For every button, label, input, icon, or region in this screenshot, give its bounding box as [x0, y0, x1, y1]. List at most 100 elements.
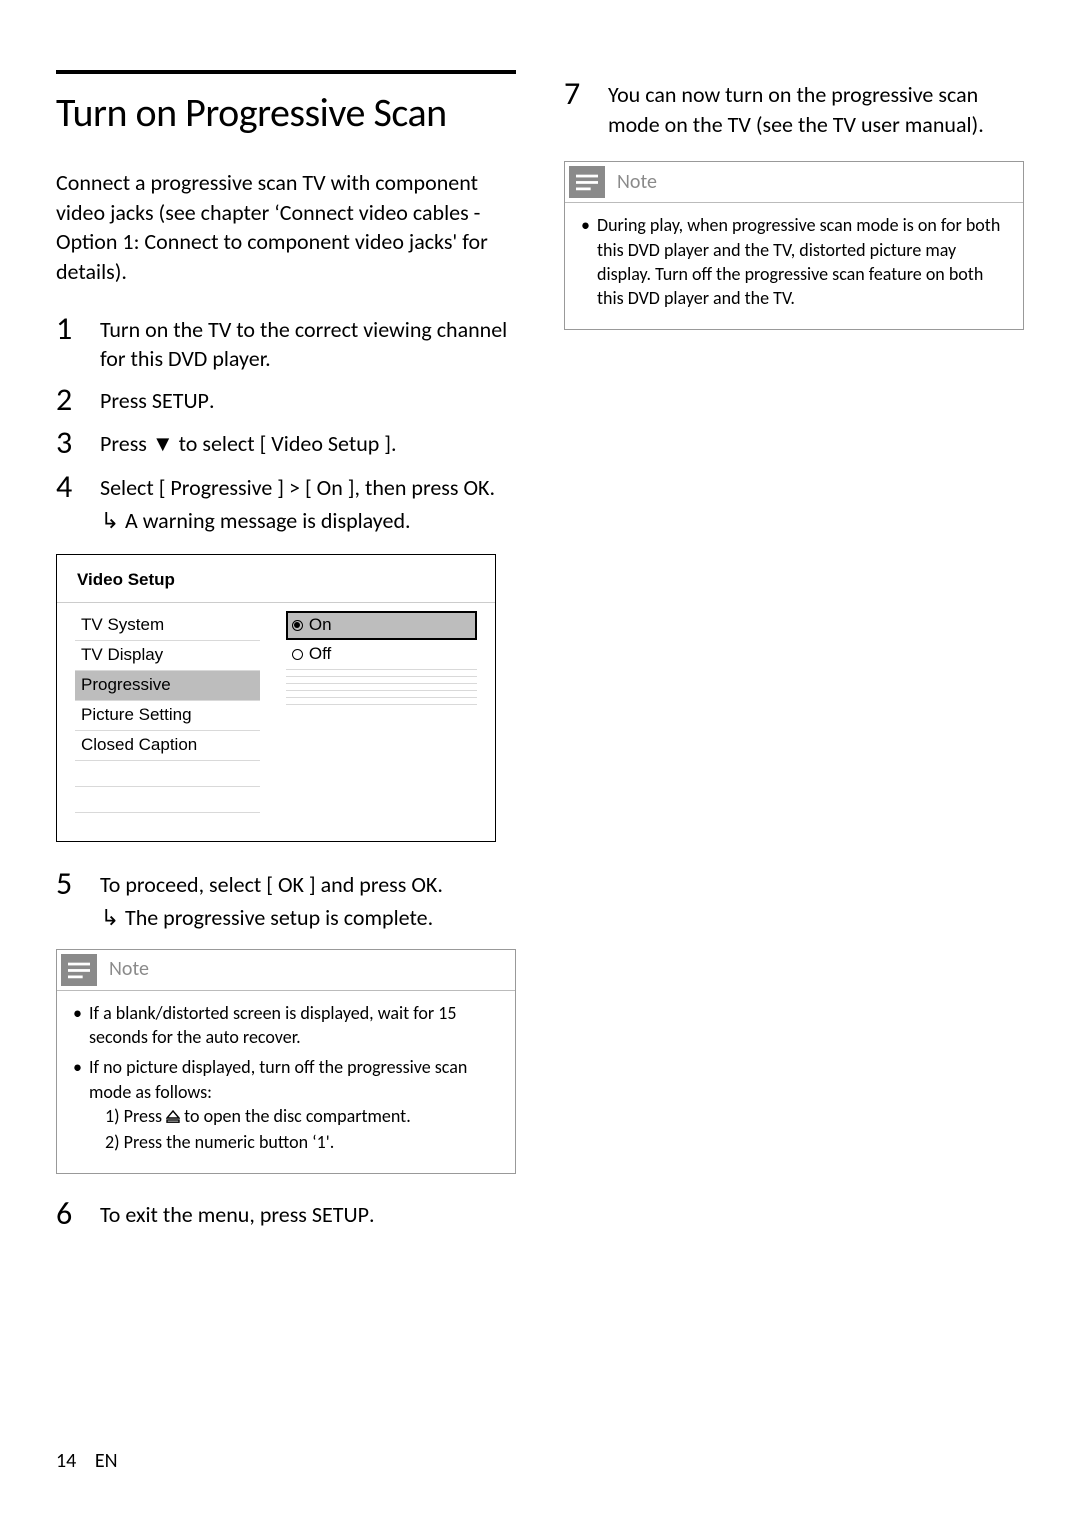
osd-option: Off	[286, 640, 477, 670]
step-body: To proceed, select [ OK ] and press OK. …	[100, 866, 516, 933]
osd-title: Video Setup	[57, 555, 495, 603]
osd-item-blank	[286, 691, 477, 698]
step-body: Turn on the TV to the correct viewing ch…	[100, 311, 516, 374]
step-body: You can now turn on the progressive scan…	[608, 76, 1024, 139]
note-text: 1) Press	[105, 1105, 166, 1127]
osd-item: Closed Caption	[75, 731, 260, 761]
step-text: and press	[316, 871, 412, 898]
result-text: A warning message is displayed.	[125, 507, 411, 534]
page-language: EN	[95, 1449, 118, 1473]
note-body: During play, when progressive scan mode …	[565, 203, 1023, 328]
step-body: Press SETUP.	[100, 382, 516, 416]
step-text: >	[284, 474, 305, 501]
note-item: If no picture displayed, turn off the pr…	[71, 1055, 501, 1154]
step-text: Press	[100, 430, 152, 457]
note-subline: 1) Press to open the disc compartment.	[89, 1104, 501, 1130]
osd-option-label: Off	[309, 643, 331, 666]
page-title: Turn on Progressive Scan	[56, 86, 516, 140]
step-text: Press	[100, 387, 152, 414]
osd-figure: Video Setup TV System TV Display Progres…	[56, 554, 496, 842]
radio-on-icon	[292, 620, 303, 631]
step-text: .	[437, 871, 443, 898]
menu-label: [ Progressive ]	[159, 474, 284, 501]
left-column: Turn on Progressive Scan Connect a progr…	[56, 70, 516, 1239]
step-number: 3	[56, 425, 100, 460]
note-text: 2) Press the	[105, 1131, 195, 1153]
step-text: to select	[174, 430, 260, 457]
osd-item-blank	[75, 761, 260, 787]
heading-rule	[56, 70, 516, 74]
steps-list: 5 To proceed, select [ OK ] and press OK…	[56, 866, 516, 933]
osd-item-selected: Progressive	[75, 671, 260, 701]
steps-list: 6 To exit the menu, press SETUP.	[56, 1196, 516, 1231]
menu-label: [ OK ]	[266, 871, 315, 898]
radio-off-icon	[292, 649, 303, 660]
osd-item-blank	[286, 684, 477, 691]
button-label: SETUP	[152, 387, 209, 414]
step-number: 6	[56, 1196, 100, 1231]
note-text: If no picture displayed, turn off the pr…	[89, 1056, 467, 1102]
result-line: ↳ The progressive setup is complete.	[100, 903, 516, 933]
osd-body: TV System TV Display Progressive Picture…	[57, 603, 495, 841]
note-body: If a blank/distorted screen is displayed…	[57, 991, 515, 1173]
result-line: ↳ A warning message is displayed.	[100, 506, 516, 536]
note-item: During play, when progressive scan mode …	[579, 213, 1009, 310]
note-box: Note If a blank/distorted screen is disp…	[56, 949, 516, 1174]
note-header: Note	[565, 162, 1023, 203]
osd-option-selected: On	[286, 611, 477, 640]
note-subline: 2) Press the numeric button ‘1'.	[89, 1130, 501, 1154]
steps-list: 7 You can now turn on the progressive sc…	[564, 76, 1024, 139]
page-footer: 14 EN	[56, 1448, 118, 1475]
note-header: Note	[57, 950, 515, 991]
page-number: 14	[56, 1449, 76, 1473]
eject-icon	[166, 1106, 180, 1130]
step-body: Press ▼ to select [ Video Setup ].	[100, 425, 516, 459]
note-box: Note During play, when progressive scan …	[564, 161, 1024, 329]
osd-option-label: On	[309, 614, 332, 637]
osd-item-blank	[286, 670, 477, 677]
result-arrow-icon: ↳	[100, 903, 120, 933]
result-text: The progressive setup is complete.	[125, 904, 433, 931]
note-text: to open the disc compartment.	[180, 1105, 411, 1127]
button-label: SETUP	[312, 1201, 369, 1228]
button-label: numeric button ‘1'	[195, 1131, 330, 1153]
button-label: OK	[463, 474, 489, 501]
step-text: To exit the menu, press	[100, 1201, 312, 1228]
step-text: Select	[100, 474, 159, 501]
osd-right-list: On Off	[286, 611, 477, 813]
result-arrow-icon: ↳	[100, 506, 120, 536]
step-body: To exit the menu, press SETUP.	[100, 1196, 516, 1230]
note-label: Note	[109, 956, 149, 983]
step-text: .	[391, 430, 397, 457]
step-text: To proceed, select	[100, 871, 266, 898]
step-number: 7	[564, 76, 608, 111]
note-icon	[569, 166, 605, 198]
osd-item: TV Display	[75, 641, 260, 671]
osd-left-list: TV System TV Display Progressive Picture…	[75, 611, 260, 813]
step-text: .	[489, 474, 495, 501]
note-label: Note	[617, 169, 657, 196]
right-column: 7 You can now turn on the progressive sc…	[564, 70, 1024, 1239]
osd-item-blank	[286, 698, 477, 705]
intro-paragraph: Connect a progressive scan TV with compo…	[56, 168, 516, 287]
osd-item: Picture Setting	[75, 701, 260, 731]
step-text: .	[369, 1201, 375, 1228]
menu-label: [ On ]	[305, 474, 355, 501]
step-number: 2	[56, 382, 100, 417]
note-icon	[61, 954, 97, 986]
step-number: 5	[56, 866, 100, 901]
note-text: .	[330, 1131, 335, 1153]
button-label: OK	[411, 871, 437, 898]
step-text: , then press	[355, 474, 464, 501]
step-number: 4	[56, 469, 100, 504]
step-text: .	[209, 387, 215, 414]
osd-item-blank	[286, 677, 477, 684]
step-number: 1	[56, 311, 100, 346]
steps-list: 1 Turn on the TV to the correct viewing …	[56, 311, 516, 536]
menu-label: [ Video Setup ]	[260, 430, 391, 457]
osd-item-blank	[75, 787, 260, 813]
osd-item: TV System	[75, 611, 260, 641]
note-item: If a blank/distorted screen is displayed…	[71, 1001, 501, 1050]
down-arrow-icon: ▼	[152, 430, 174, 457]
step-body: Select [ Progressive ] > [ On ], then pr…	[100, 469, 516, 536]
